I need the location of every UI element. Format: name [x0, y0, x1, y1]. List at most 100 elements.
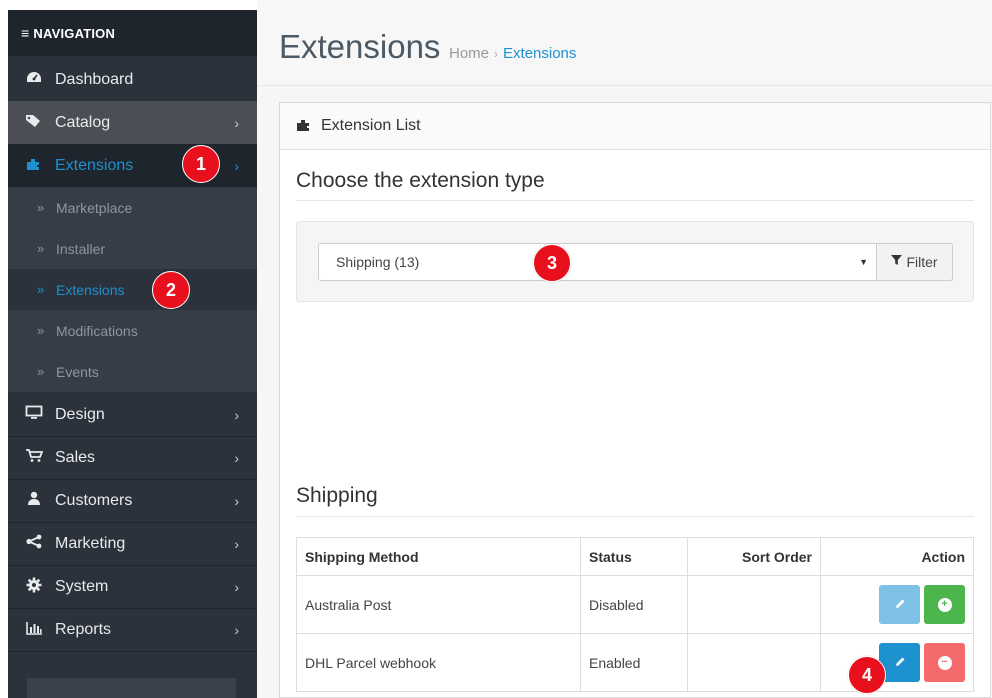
uninstall-button[interactable]: −	[924, 643, 965, 682]
chevron-right-icon: ›	[234, 114, 239, 131]
column-header-status[interactable]: Status	[580, 537, 688, 576]
submenu-item-extensions[interactable]: » Extensions	[8, 269, 257, 310]
sidebar-item-design[interactable]: Design ›	[8, 393, 257, 436]
sidebar-item-label: Reports	[55, 620, 112, 638]
chevron-right-icon: ›	[234, 578, 239, 595]
install-button[interactable]: +	[924, 585, 965, 624]
sidebar-item-catalog[interactable]: Catalog ›	[8, 101, 257, 144]
divider	[296, 200, 974, 201]
plus-circle-icon: +	[937, 597, 952, 612]
chevron-right-icon: ›	[234, 406, 239, 423]
share-icon	[24, 534, 44, 553]
annotation-badge-4: 4	[848, 656, 886, 694]
cell-sort-order	[687, 633, 821, 692]
breadcrumb-extensions-link[interactable]: Extensions	[503, 45, 576, 62]
column-header-sort-order[interactable]: Sort Order	[687, 537, 821, 576]
sidebar-item-marketing[interactable]: Marketing ›	[8, 522, 257, 565]
double-chevron-icon: »	[37, 200, 45, 215]
page-header: Extensions Home › Extensions	[257, 0, 992, 86]
submenu-item-modifications[interactable]: » Modifications	[8, 310, 257, 351]
chevron-right-icon: ›	[234, 621, 239, 638]
submenu-item-label: Modifications	[56, 322, 138, 339]
table-row: Australia Post Disabled +	[296, 575, 974, 634]
divider	[8, 651, 257, 652]
column-header-shipping-method[interactable]: Shipping Method	[296, 537, 581, 576]
double-chevron-icon: »	[37, 282, 45, 297]
sidebar-item-reports[interactable]: Reports ›	[8, 608, 257, 651]
monitor-icon	[24, 405, 44, 424]
sidebar-footer-widget	[27, 678, 236, 698]
cell-shipping-method: DHL Parcel webhook	[296, 633, 581, 692]
breadcrumb: Home › Extensions	[449, 45, 576, 62]
pencil-icon	[894, 655, 906, 671]
chevron-right-icon: ›	[234, 492, 239, 509]
cart-icon	[24, 448, 44, 467]
gear-icon	[24, 577, 44, 597]
chevron-right-icon: ›	[234, 449, 239, 466]
panel-heading: Extension List	[280, 103, 990, 150]
cell-status: Enabled	[580, 633, 688, 692]
app-frame: ≡ NAVIGATION Dashboard Catalog › Extensi…	[0, 0, 992, 698]
dashboard-icon	[24, 71, 44, 89]
sidebar-item-label: System	[55, 577, 109, 595]
cell-shipping-method: Australia Post	[296, 575, 581, 634]
double-chevron-icon: »	[37, 241, 45, 256]
cell-action: +	[820, 575, 974, 634]
sidebar: ≡ NAVIGATION Dashboard Catalog › Extensi…	[8, 10, 257, 698]
bar-chart-icon	[24, 621, 44, 639]
cell-sort-order	[687, 575, 821, 634]
column-header-action: Action	[820, 537, 974, 576]
submenu-item-label: Events	[56, 363, 99, 380]
navigation-header[interactable]: ≡ NAVIGATION	[8, 10, 257, 56]
caret-down-icon: ▼	[859, 257, 868, 267]
annotation-badge-1: 1	[182, 145, 220, 183]
submenu-item-marketplace[interactable]: » Marketplace	[8, 187, 257, 228]
filter-label: Filter	[906, 254, 938, 270]
sidebar-item-customers[interactable]: Customers ›	[8, 479, 257, 522]
extension-type-select[interactable]: Shipping (13) ▼	[318, 243, 877, 281]
submenu-item-label: Installer	[56, 240, 106, 257]
sidebar-item-label: Customers	[55, 491, 133, 509]
double-chevron-icon: »	[37, 364, 45, 379]
filter-icon	[891, 255, 903, 269]
pencil-icon	[894, 597, 906, 613]
divider	[296, 516, 974, 517]
panel-title: Extension List	[321, 117, 421, 134]
extension-type-value: Shipping (13)	[336, 254, 420, 270]
puzzle-icon	[24, 157, 44, 175]
minus-circle-icon: −	[937, 655, 952, 670]
sidebar-item-sales[interactable]: Sales ›	[8, 436, 257, 479]
submenu-item-installer[interactable]: » Installer	[8, 228, 257, 269]
main-content: Extensions Home › Extensions Extension Lis…	[257, 0, 992, 698]
cell-status: Disabled	[580, 575, 688, 634]
choose-type-heading: Choose the extension type	[296, 169, 545, 192]
navigation-label: NAVIGATION	[33, 25, 116, 41]
tags-icon	[24, 114, 44, 132]
sidebar-item-dashboard[interactable]: Dashboard	[8, 58, 257, 101]
extension-list-panel: Extension List Choose the extension type…	[279, 102, 991, 698]
sidebar-item-label: Extensions	[55, 156, 134, 174]
chevron-right-icon: ›	[234, 535, 239, 552]
sidebar-item-label: Dashboard	[55, 70, 134, 88]
extensions-submenu: » Marketplace » Installer » Extensions »…	[8, 187, 257, 392]
cell-action: −	[820, 633, 974, 692]
breadcrumb-home-link[interactable]: Home	[449, 45, 489, 62]
edit-button[interactable]	[879, 585, 920, 624]
chevron-right-icon: ›	[234, 157, 239, 174]
submenu-item-events[interactable]: » Events	[8, 351, 257, 392]
hamburger-icon: ≡	[21, 25, 30, 41]
annotation-badge-2: 2	[152, 271, 190, 309]
double-chevron-icon: »	[37, 323, 45, 338]
shipping-heading: Shipping	[296, 484, 378, 507]
submenu-item-label: Marketplace	[56, 199, 133, 216]
filter-button[interactable]: Filter	[876, 243, 953, 281]
filter-well: Shipping (13) ▼ Filter	[296, 221, 974, 302]
user-icon	[24, 491, 44, 510]
sidebar-item-label: Sales	[55, 448, 96, 466]
sidebar-item-label: Marketing	[55, 534, 126, 552]
sidebar-item-system[interactable]: System ›	[8, 565, 257, 608]
table-header-row: Shipping Method Status Sort Order Action	[296, 537, 974, 576]
sidebar-item-label: Design	[55, 405, 105, 423]
annotation-badge-3: 3	[533, 244, 571, 282]
sidebar-item-label: Catalog	[55, 113, 111, 131]
